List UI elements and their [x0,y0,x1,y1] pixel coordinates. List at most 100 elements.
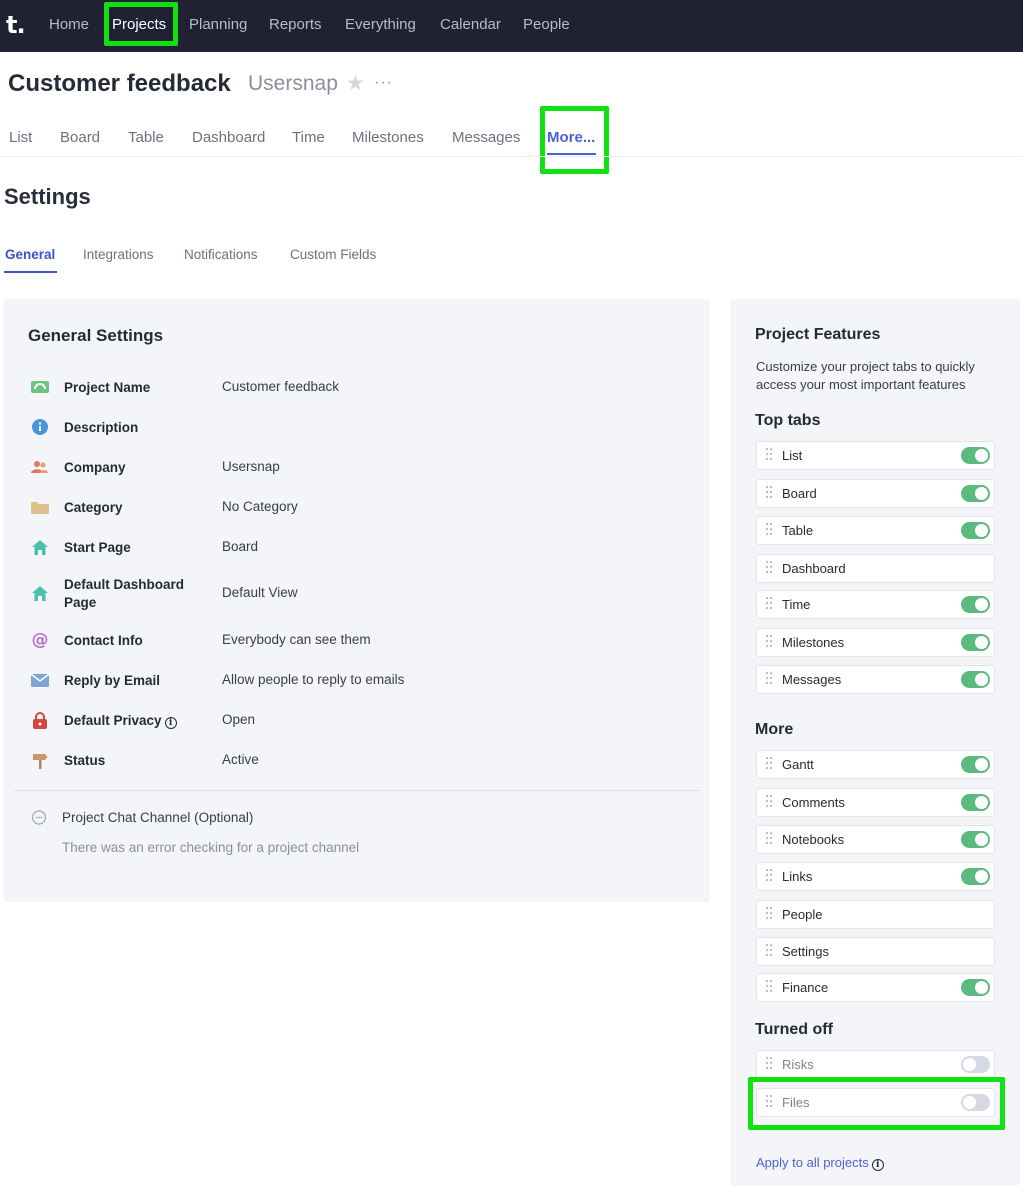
nav-calendar[interactable]: Calendar [440,16,501,33]
tab-dashboard[interactable]: Dashboard [192,129,265,146]
section-more: More [755,721,794,738]
feature-toggle[interactable] [961,596,990,613]
drag-handle-icon[interactable] [766,944,774,958]
nav-reports[interactable]: Reports [269,16,322,33]
project-features-description: Customize your project tabs to quickly a… [756,359,975,392]
home-icon [31,584,49,602]
start-page-label: Start Page [64,540,131,555]
feature-item-label: Board [782,486,817,501]
top-nav: t. Home Projects Planning Reports Everyt… [0,0,1023,52]
feature-toggle[interactable] [961,634,990,651]
project-name-value[interactable]: Customer feedback [222,379,339,394]
drag-handle-icon[interactable] [766,561,774,575]
drag-handle-icon[interactable] [766,869,774,883]
feature-item-label: Table [782,523,814,538]
feature-toggle[interactable] [961,671,990,688]
feature-toggle[interactable] [961,868,990,885]
more-options-icon[interactable]: ··· [374,74,393,92]
status-value[interactable]: Active [222,752,259,767]
nav-home[interactable]: Home [49,16,89,33]
category-value[interactable]: No Category [222,499,298,514]
drag-handle-icon[interactable] [766,980,774,994]
feature-toggle[interactable] [961,1056,990,1073]
feature-toggle[interactable] [961,1094,990,1111]
apply-to-all-projects-link[interactable]: Apply to all projects i [756,1155,884,1171]
contact-info-value[interactable]: Everybody can see them [222,632,371,647]
at-icon: @ [31,630,49,650]
drag-handle-icon[interactable] [766,907,774,921]
settings-tab-general[interactable]: General [5,247,55,262]
settings-active-tab-indicator [4,271,57,273]
tab-messages[interactable]: Messages [452,129,520,146]
feature-item-milestones[interactable]: Milestones [756,628,995,657]
feature-item-messages[interactable]: Messages [756,665,995,694]
privacy-info-icon[interactable]: i [164,717,177,729]
tab-milestones[interactable]: Milestones [352,129,424,146]
drag-handle-icon[interactable] [766,795,774,809]
feature-item-risks[interactable]: Risks [756,1050,995,1079]
apply-info-icon[interactable]: i [871,1159,884,1171]
settings-title: Settings [4,184,91,209]
feature-item-label: Gantt [782,757,814,772]
feature-item-gantt[interactable]: Gantt [756,750,995,779]
description-label: Description [64,420,139,435]
tab-list[interactable]: List [9,129,32,146]
company-value[interactable]: Usersnap [222,459,280,474]
feature-toggle[interactable] [961,522,990,539]
feature-item-label: Notebooks [782,832,845,847]
tab-table[interactable]: Table [128,129,164,146]
info-icon [31,418,49,436]
nav-projects[interactable]: Projects [112,16,166,33]
reply-by-email-value[interactable]: Allow people to reply to emails [222,672,404,687]
feature-toggle[interactable] [961,485,990,502]
drag-handle-icon[interactable] [766,757,774,771]
nav-everything[interactable]: Everything [345,16,416,33]
feature-toggle[interactable] [961,794,990,811]
start-page-value[interactable]: Board [222,539,258,554]
project-company[interactable]: Usersnap [248,72,338,96]
feature-toggle[interactable] [961,447,990,464]
tab-time[interactable]: Time [292,129,325,146]
project-chat-label: Project Chat Channel (Optional) [62,810,254,825]
settings-tab-custom-fields[interactable]: Custom Fields [290,247,376,262]
feature-item-settings[interactable]: Settings [756,937,995,966]
feature-item-time[interactable]: Time [756,590,995,619]
feature-item-label: Messages [782,672,842,687]
apply-link-text[interactable]: Apply to all projects [756,1155,869,1170]
feature-item-list[interactable]: List [756,441,995,470]
drag-handle-icon[interactable] [766,448,774,462]
feature-item-board[interactable]: Board [756,479,995,508]
feature-toggle[interactable] [961,756,990,773]
tab-more[interactable]: More... [547,129,595,146]
drag-handle-icon[interactable] [766,486,774,500]
reply-by-email-label: Reply by Email [64,673,161,688]
feature-item-notebooks[interactable]: Notebooks [756,825,995,854]
star-icon[interactable]: ★ [346,71,365,96]
default-dashboard-value[interactable]: Default View [222,585,298,600]
drag-handle-icon[interactable] [766,635,774,649]
feature-item-files[interactable]: Files [756,1088,995,1117]
feature-toggle[interactable] [961,831,990,848]
drag-handle-icon[interactable] [766,597,774,611]
feature-toggle[interactable] [961,979,990,996]
default-privacy-value[interactable]: Open [222,712,255,727]
drag-handle-icon[interactable] [766,832,774,846]
app-logo[interactable]: t. [6,11,26,39]
settings-tab-integrations[interactable]: Integrations [83,247,154,262]
feature-item-people[interactable]: People [756,900,995,929]
nav-planning[interactable]: Planning [189,16,247,33]
settings-tab-notifications[interactable]: Notifications [184,247,258,262]
drag-handle-icon[interactable] [766,672,774,686]
chat-icon [30,809,48,827]
feature-item-finance[interactable]: Finance [756,973,995,1002]
drag-handle-icon[interactable] [766,1057,774,1071]
nav-people[interactable]: People [523,16,570,33]
drag-handle-icon[interactable] [766,523,774,537]
tab-board[interactable]: Board [60,129,100,146]
feature-item-links[interactable]: Links [756,862,995,891]
feature-item-comments[interactable]: Comments [756,788,995,817]
drag-handle-icon[interactable] [766,1095,774,1109]
feature-item-table[interactable]: Table [756,516,995,545]
feature-item-label: People [782,907,823,922]
feature-item-dashboard[interactable]: Dashboard [756,554,995,583]
